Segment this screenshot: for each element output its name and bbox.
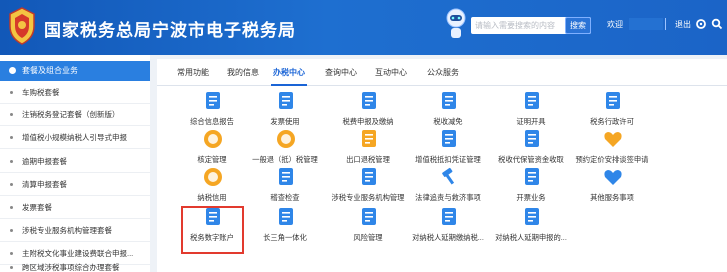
sidebar-item[interactable]: 跨区域涉税事项综合办理套餐 [0, 257, 150, 272]
tab-public-service[interactable]: 公众服务 [427, 67, 459, 78]
service-item-label: 税务行政许可 [590, 117, 634, 126]
service-item-label: 对纳税人延期缴纳税... [412, 233, 484, 242]
tax-relief-icon [442, 92, 456, 109]
risk-icon [362, 208, 376, 225]
pricing-icon [604, 132, 622, 147]
bullet-icon [10, 160, 13, 163]
heart-icon [604, 170, 622, 185]
search-icon[interactable] [711, 18, 723, 30]
service-item-label: 一般退（抵）税管理 [252, 155, 318, 164]
user-name-redacted [629, 18, 663, 30]
sidebar-item-label: 跨区域涉税事项综合办理套餐 [22, 263, 120, 272]
service-item-label: 证明开具 [516, 117, 546, 126]
refund-icon [277, 130, 295, 148]
credit-icon [204, 168, 222, 186]
bullet-icon [10, 206, 13, 209]
service-item-label: 核定管理 [197, 155, 227, 164]
tax-pay-icon [362, 92, 376, 109]
header-divider [665, 18, 666, 30]
sidebar-item[interactable]: 发票套餐 [0, 197, 150, 219]
defer-pay-icon [442, 208, 456, 225]
service-item-label: 法律追责与救济事项 [415, 193, 481, 202]
welcome-text: 欢迎 [607, 20, 623, 29]
service-item-label: 纳税信用 [197, 193, 227, 202]
custody-icon [525, 130, 539, 147]
service-item-label: 风险管理 [353, 233, 383, 242]
service-item[interactable]: 风险管理 [329, 206, 407, 252]
sidebar-item-label: 发票套餐 [22, 203, 52, 212]
certificate-icon [525, 92, 539, 109]
service-item-label: 税费申报及缴纳 [342, 117, 394, 126]
bullet-icon [10, 91, 13, 94]
logout-link[interactable]: 退出 [675, 19, 691, 30]
service-item[interactable]: 长三角一体化 [246, 206, 324, 252]
service-item-label: 出口退税管理 [346, 155, 390, 164]
sidebar-item[interactable]: 注销税务登记套餐（创新版） [0, 104, 150, 126]
billing-icon [525, 168, 539, 185]
service-item-label: 涉税专业服务机构管理 [331, 193, 405, 202]
bullet-icon [10, 266, 13, 269]
sidebar-item-label: 清算申报套餐 [22, 180, 67, 189]
service-item-label: 综合信息报告 [190, 117, 234, 126]
service-item-label: 增值税抵扣凭证管理 [415, 155, 481, 164]
bullet-icon [10, 252, 13, 255]
sidebar-heading-icon [9, 67, 16, 74]
service-item-label: 其他服务事项 [590, 193, 634, 202]
sidebar-heading[interactable]: 套餐及组合业务 [0, 61, 150, 81]
sidebar-item-label: 逾期申报套餐 [22, 157, 67, 166]
agency-icon [362, 168, 376, 185]
service-item-label: 发票使用 [270, 117, 300, 126]
export-refund-icon [362, 130, 376, 147]
highlight-box [181, 206, 244, 254]
sidebar-item[interactable]: 涉税专业服务机构管理套餐 [0, 220, 150, 242]
service-item-label: 长三角一体化 [263, 233, 307, 242]
tab-common[interactable]: 常用功能 [177, 67, 209, 78]
service-item-label: 开票业务 [516, 193, 546, 202]
robot-assistant-icon[interactable] [443, 6, 469, 46]
active-tab-indicator [271, 84, 307, 86]
service-item-label: 对纳税人延期申报的... [495, 233, 567, 242]
deduction-icon [442, 130, 456, 147]
sidebar-item-label: 车购税套餐 [22, 88, 60, 97]
sidebar-item-label: 涉税专业服务机构管理套餐 [22, 226, 112, 235]
service-item-label: 预约定价安排谈签申请 [575, 155, 649, 164]
site-title: 国家税务总局宁波市电子税务局 [44, 21, 296, 40]
tab-bar: 常用功能 我的信息 办税中心 查询中心 互动中心 公众服务 [157, 59, 727, 86]
service-item[interactable]: 对纳税人延期缴纳税... [409, 206, 487, 252]
bullet-icon [10, 183, 13, 186]
sidebar-item-label: 增值税小规模纳税人引导式申报 [22, 133, 127, 142]
tab-tax-center[interactable]: 办税中心 [273, 67, 305, 78]
sidebar-item[interactable]: 逾期申报套餐 [0, 151, 150, 173]
gavel-icon [442, 167, 455, 185]
service-item-label: 稽查检查 [270, 193, 300, 202]
sidebar: 套餐及组合业务 车购税套餐 注销税务登记套餐（创新版） 增值税小规模纳税人引导式… [0, 55, 150, 272]
verify-icon [204, 130, 222, 148]
bullet-icon [10, 113, 13, 116]
settings-icon[interactable] [695, 18, 707, 30]
report-icon [206, 92, 220, 109]
service-item[interactable]: 对纳税人延期申报的... [492, 206, 570, 252]
tax-emblem-icon [9, 7, 35, 45]
service-item[interactable]: 其他服务事项 [573, 166, 651, 212]
sidebar-item[interactable]: 清算申报套餐 [0, 174, 150, 196]
sidebar-heading-label: 套餐及组合业务 [22, 66, 78, 75]
defer-declare-icon [525, 208, 539, 225]
sidebar-item-label: 注销税务登记套餐（创新版） [22, 110, 120, 119]
sidebar-item[interactable]: 车购税套餐 [0, 82, 150, 104]
service-item-label: 税收减免 [433, 117, 463, 126]
tab-interaction-center[interactable]: 互动中心 [375, 67, 407, 78]
bullet-icon [10, 136, 13, 139]
delta-icon [279, 208, 293, 225]
permit-icon [606, 92, 620, 109]
inspection-icon [279, 168, 293, 185]
sidebar-item[interactable]: 增值税小规模纳税人引导式申报 [0, 127, 150, 149]
tab-query-center[interactable]: 查询中心 [325, 67, 357, 78]
bullet-icon [10, 229, 13, 232]
service-item-label: 税收代保管资金收取 [498, 155, 564, 164]
tab-my-info[interactable]: 我的信息 [227, 67, 259, 78]
invoice-icon [279, 92, 293, 109]
search-button[interactable]: 搜索 [565, 17, 591, 34]
site-header: 国家税务总局宁波市电子税务局 请输入需要搜索的内容 搜索 欢迎 退出 [0, 0, 727, 55]
